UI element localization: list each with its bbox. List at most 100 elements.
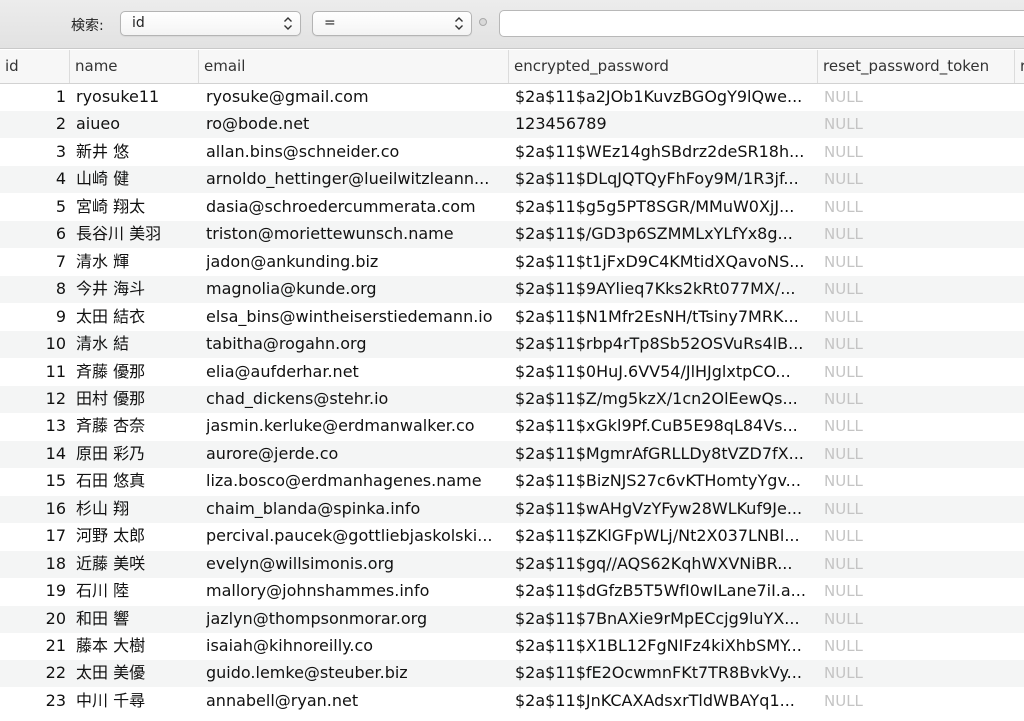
cell-name[interactable]: 山崎 健 (76, 166, 198, 193)
cell-encrypted-password[interactable]: 123456789 (515, 111, 813, 138)
field-select[interactable]: id (120, 11, 301, 36)
cell-reset-password-token[interactable]: NULL (824, 359, 944, 386)
cell-id[interactable]: 17 (0, 523, 66, 550)
cell-id[interactable]: 3 (0, 139, 66, 166)
cell-id[interactable]: 6 (0, 221, 66, 248)
cell-id[interactable]: 23 (0, 688, 66, 715)
table-row[interactable]: 9 太田 結衣 elsa_bins@wintheiserstiedemann.io $… (0, 304, 1024, 331)
cell-id[interactable]: 14 (0, 441, 66, 468)
cell-email[interactable]: tabitha@rogahn.org (206, 331, 504, 358)
table-row[interactable]: 11 斉藤 優那 elia@aufderhar.net $2a$11$0HuJ.6VV… (0, 359, 1024, 386)
cell-name[interactable]: 石田 悠真 (76, 468, 198, 495)
table-row[interactable]: 21 藤本 大樹 isaiah@kihnoreilly.co $2a$11$X1BL1… (0, 633, 1024, 660)
cell-name[interactable]: 清水 結 (76, 331, 198, 358)
cell-reset-password-token[interactable]: NULL (824, 331, 944, 358)
table-row[interactable]: 20 和田 響 jazlyn@thompsonmorar.org $2a$11$7Bn… (0, 605, 1024, 633)
cell-email[interactable]: elsa_bins@wintheiserstiedemann.io (206, 304, 504, 331)
cell-email[interactable]: magnolia@kunde.org (206, 276, 504, 303)
table-row[interactable]: 23 中川 千尋 annabell@ryan.net $2a$11$JnKCAXAds… (0, 688, 1024, 715)
column-header-encrypted-password[interactable]: encrypted_password (509, 50, 818, 83)
cell-id[interactable]: 1 (0, 84, 66, 111)
cell-id[interactable]: 15 (0, 468, 66, 495)
cell-reset-password-token[interactable]: NULL (824, 551, 944, 578)
cell-id[interactable]: 18 (0, 551, 66, 578)
cell-id[interactable]: 4 (0, 166, 66, 193)
cell-name[interactable]: 新井 悠 (76, 139, 198, 166)
cell-email[interactable]: mallory@johnshammes.info (206, 578, 504, 605)
cell-reset-password-token[interactable]: NULL (824, 606, 944, 633)
cell-reset-password-token[interactable]: NULL (824, 139, 944, 166)
cell-reset-password-token[interactable]: NULL (824, 249, 944, 276)
cell-name[interactable]: 宮崎 翔太 (76, 194, 198, 221)
cell-name[interactable]: 近藤 美咲 (76, 551, 198, 578)
cell-name[interactable]: 今井 海斗 (76, 276, 198, 303)
table-row[interactable]: 16 杉山 翔 chaim_blanda@spinka.info $2a$11$wAH… (0, 495, 1024, 523)
search-value-input[interactable] (499, 10, 1024, 37)
cell-reset-password-token[interactable]: NULL (824, 523, 944, 550)
cell-id[interactable]: 16 (0, 496, 66, 523)
cell-encrypted-password[interactable]: $2a$11$X1BL12FgNIFz4kiXhbSMY... (515, 633, 813, 660)
cell-name[interactable]: 太田 結衣 (76, 304, 198, 331)
column-header-email[interactable]: email (199, 50, 509, 83)
cell-encrypted-password[interactable]: $2a$11$a2JOb1KuvzBGOgY9lQwe... (515, 84, 813, 111)
cell-encrypted-password[interactable]: $2a$11$xGkl9Pf.CuB5E98qL84Vs... (515, 413, 813, 440)
cell-email[interactable]: chad_dickens@stehr.io (206, 386, 504, 413)
table-row[interactable]: 12 田村 優那 chad_dickens@stehr.io $2a$11$Z/mg5… (0, 385, 1024, 413)
cell-name[interactable]: 斉藤 杏奈 (76, 413, 198, 440)
cell-email[interactable]: percival.paucek@gottliebjaskolski... (206, 523, 504, 550)
cell-reset-password-token[interactable]: NULL (824, 276, 944, 303)
cell-id[interactable]: 13 (0, 413, 66, 440)
cell-name[interactable]: 斉藤 優那 (76, 359, 198, 386)
cell-name[interactable]: 藤本 大樹 (76, 633, 198, 660)
cell-name[interactable]: 太田 美優 (76, 660, 198, 687)
cell-reset-password-token[interactable]: NULL (824, 111, 944, 138)
cell-encrypted-password[interactable]: $2a$11$ZKlGFpWLj/Nt2X037LNBl... (515, 523, 813, 550)
table-row[interactable]: 5 宮崎 翔太 dasia@schroedercummerata.com $2a$11… (0, 194, 1024, 221)
cell-email[interactable]: jadon@ankunding.biz (206, 249, 504, 276)
cell-email[interactable]: jazlyn@thompsonmorar.org (206, 606, 504, 633)
table-row[interactable]: 22 太田 美優 guido.lemke@steuber.biz $2a$11$fE2… (0, 660, 1024, 688)
cell-id[interactable]: 5 (0, 194, 66, 221)
cell-name[interactable]: 石川 陸 (76, 578, 198, 605)
cell-email[interactable]: ro@bode.net (206, 111, 504, 138)
cell-email[interactable]: triston@moriettewunsch.name (206, 221, 504, 248)
cell-id[interactable]: 20 (0, 606, 66, 633)
cell-id[interactable]: 21 (0, 633, 66, 660)
cell-encrypted-password[interactable]: $2a$11$BizNJS27c6vKTHomtyYgv... (515, 468, 813, 495)
cell-reset-password-token[interactable]: NULL (824, 688, 944, 715)
cell-email[interactable]: isaiah@kihnoreilly.co (206, 633, 504, 660)
cell-email[interactable]: aurore@jerde.co (206, 441, 504, 468)
cell-reset-password-token[interactable]: NULL (824, 194, 944, 221)
cell-name[interactable]: 清水 輝 (76, 249, 198, 276)
cell-email[interactable]: evelyn@willsimonis.org (206, 551, 504, 578)
cell-reset-password-token[interactable]: NULL (824, 221, 944, 248)
table-row[interactable]: 4 山崎 健 arnoldo_hettinger@lueilwitzleann...… (0, 166, 1024, 194)
cell-reset-password-token[interactable]: NULL (824, 84, 944, 111)
cell-id[interactable]: 10 (0, 331, 66, 358)
cell-name[interactable]: 長谷川 美羽 (76, 221, 198, 248)
cell-reset-password-token[interactable]: NULL (824, 166, 944, 193)
cell-reset-password-token[interactable]: NULL (824, 660, 944, 687)
table-row[interactable]: 3 新井 悠 allan.bins@schneider.co $2a$11$WEz14… (0, 139, 1024, 166)
cell-email[interactable]: chaim_blanda@spinka.info (206, 496, 504, 523)
cell-name[interactable]: 河野 太郎 (76, 523, 198, 550)
cell-email[interactable]: allan.bins@schneider.co (206, 139, 504, 166)
cell-email[interactable]: arnoldo_hettinger@lueilwitzleann... (206, 166, 504, 193)
table-row[interactable]: 13 斉藤 杏奈 jasmin.kerluke@erdmanwalker.co $2a… (0, 413, 1024, 440)
cell-encrypted-password[interactable]: $2a$11$t1jFxD9C4KMtidXQavoNS... (515, 249, 813, 276)
cell-name[interactable]: aiueo (76, 111, 198, 138)
cell-encrypted-password[interactable]: $2a$11$9AYlieq7Kks2kRt077MX/... (515, 276, 813, 303)
operator-select[interactable]: = (312, 11, 472, 36)
cell-id[interactable]: 11 (0, 359, 66, 386)
cell-reset-password-token[interactable]: NULL (824, 441, 944, 468)
cell-reset-password-token[interactable]: NULL (824, 304, 944, 331)
cell-encrypted-password[interactable]: $2a$11$rbp4rTp8Sb52OSVuRs4lB... (515, 331, 813, 358)
cell-id[interactable]: 19 (0, 578, 66, 605)
cell-reset-password-token[interactable]: NULL (824, 496, 944, 523)
cell-encrypted-password[interactable]: $2a$11$N1Mfr2EsNH/tTsiny7MRK... (515, 304, 813, 331)
table-row[interactable]: 17 河野 太郎 percival.paucek@gottliebjaskolski… (0, 523, 1024, 550)
column-header-reset-password-token[interactable]: reset_password_token (818, 50, 1015, 83)
table-row[interactable]: 19 石川 陸 mallory@johnshammes.info $2a$11$dGf… (0, 578, 1024, 605)
cell-encrypted-password[interactable]: $2a$11$WEz14ghSBdrz2deSR18h... (515, 139, 813, 166)
table-row[interactable]: 15 石田 悠真 liza.bosco@erdmanhagenes.name $2a$… (0, 468, 1024, 495)
